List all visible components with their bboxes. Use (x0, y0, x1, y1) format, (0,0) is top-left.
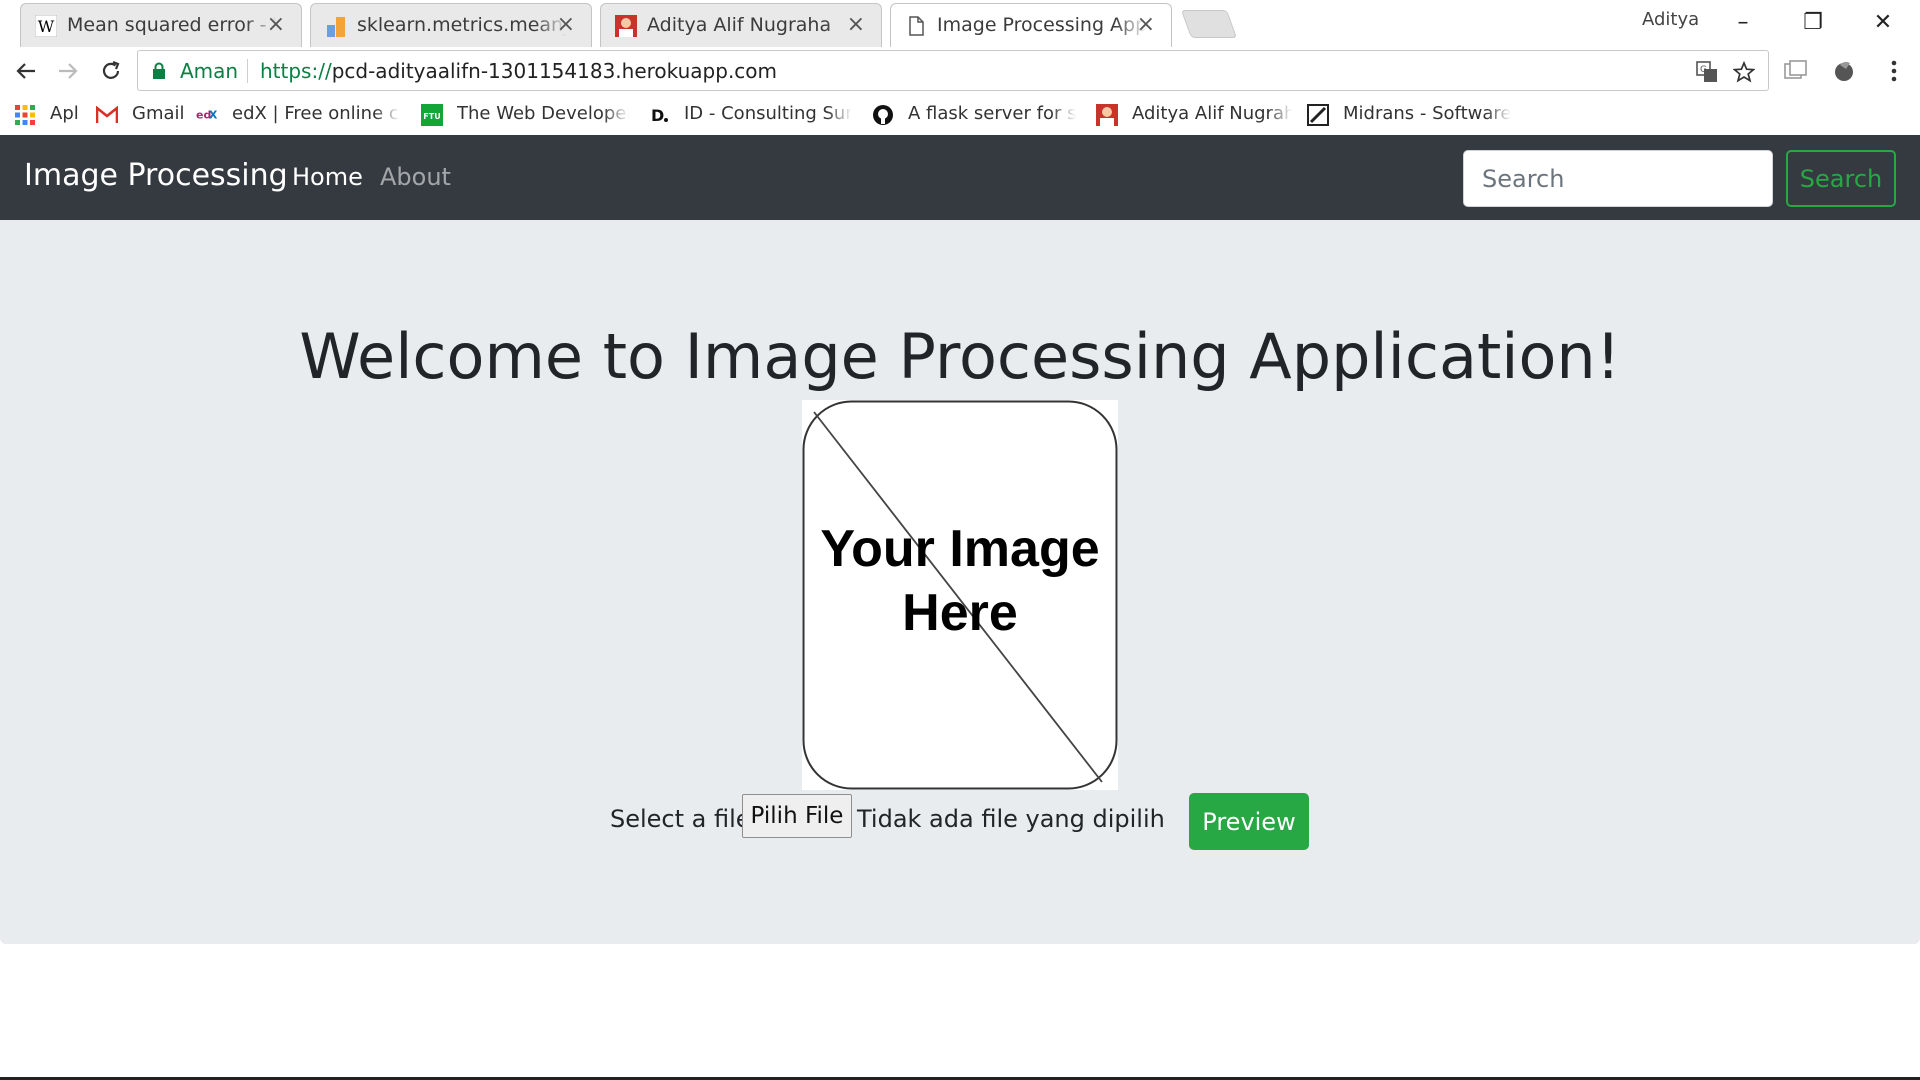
svg-text:X: X (209, 109, 218, 122)
url-host: pcd-adityaalifn-1301154183.herokuapp.com (331, 59, 778, 83)
tab-title: Aditya Alif Nugraha (647, 14, 832, 36)
bookmark-chart-icon (325, 15, 347, 37)
url-scheme: https:// (260, 59, 332, 83)
menu-dots-icon[interactable] (1880, 57, 1908, 85)
placeholder-text-line2: Here (902, 584, 1018, 642)
page-icon (905, 15, 927, 37)
bookmark-web-developer[interactable]: FTU The Web Developer Bootcamp (421, 102, 631, 128)
bookmark-gmail[interactable]: Gmail (96, 102, 186, 128)
file-status: Tidak ada file yang dipilih (857, 805, 1165, 833)
tab-aditya-profile[interactable]: Aditya Alif Nugraha × (600, 3, 882, 47)
d-icon: D (648, 104, 670, 126)
new-tab-button[interactable] (1180, 10, 1238, 38)
svg-text:W: W (38, 17, 55, 36)
tab-mean-squared-error[interactable]: W Mean squared error - Wikipedia × (20, 3, 302, 47)
search-input[interactable] (1463, 150, 1773, 207)
site-navbar: Image Processing Home About Search (0, 135, 1920, 220)
jumbotron: Welcome to Image Processing Application!… (0, 220, 1920, 944)
close-icon[interactable]: × (847, 12, 865, 37)
translate-icon[interactable]: G (1693, 58, 1721, 86)
bookmark-label: edX | Free online courses (232, 103, 400, 124)
divider (247, 59, 248, 83)
gmail-icon (96, 104, 118, 126)
lock-icon[interactable] (152, 62, 166, 84)
page-title: Welcome to Image Processing Application! (299, 320, 1621, 393)
svg-text:FTU: FTU (423, 112, 440, 121)
search-button[interactable]: Search (1786, 150, 1896, 207)
back-arrow-icon[interactable] (8, 53, 44, 89)
tab-title: Image Processing Application (937, 14, 1147, 36)
wikipedia-icon: W (35, 15, 57, 37)
tab-sklearn[interactable]: sklearn.metrics.mean_squared_error × (310, 3, 592, 47)
close-icon[interactable]: × (557, 12, 575, 37)
choose-file-button[interactable]: Pilih File (742, 794, 852, 838)
bookmark-label: Aditya Alif Nugraha (1132, 103, 1292, 124)
placeholder-text-line1: Your Image (820, 520, 1099, 578)
close-icon[interactable]: × (267, 12, 285, 37)
extension-icon[interactable] (1830, 57, 1858, 85)
ftu-icon: FTU (421, 104, 443, 126)
image-placeholder: Your Image Here (802, 400, 1118, 790)
svg-text:G: G (1700, 65, 1707, 75)
profile-photo-icon (615, 15, 637, 37)
upload-form: Select a file: Pilih File Tidak ada file… (0, 792, 1920, 862)
apps-grid-icon (14, 104, 36, 126)
tab-title: sklearn.metrics.mean_squared_error (357, 14, 567, 36)
secure-label[interactable]: Aman (180, 59, 238, 83)
bookmark-label: Apl (50, 103, 79, 124)
bookmark-aditya-profile[interactable]: Aditya Alif Nugraha (1096, 102, 1292, 128)
bookmark-midrans[interactable]: Midrans - Software Engineer (1307, 102, 1513, 128)
url-text[interactable]: https://pcd-adityaalifn-1301154183.herok… (260, 59, 777, 83)
star-icon[interactable] (1730, 58, 1758, 86)
address-bar[interactable]: Aman https://pcd-adityaalifn-1301154183.… (137, 50, 1769, 91)
bookmark-consulting[interactable]: D ID - Consulting Summary (648, 102, 854, 128)
bookmark-label: Midrans - Software Engineer (1343, 103, 1511, 124)
bookmark-flask-server[interactable]: A flask server for serving (872, 102, 1078, 128)
forward-arrow-icon[interactable] (50, 53, 86, 89)
edx-icon: ed X (196, 104, 218, 126)
extension-tabs-icon[interactable] (1782, 57, 1810, 85)
close-icon[interactable]: × (1137, 12, 1155, 37)
bookmark-label: ID - Consulting Summary (684, 103, 852, 124)
pen-icon (1307, 104, 1329, 126)
restore-icon[interactable]: ❐ (1790, 4, 1836, 40)
file-label: Select a file: (610, 805, 759, 833)
bookmark-apps[interactable]: Apl (14, 102, 84, 128)
browser-toolbar: Aman https://pcd-adityaalifn-1301154183.… (0, 47, 1920, 94)
preview-button[interactable]: Preview (1189, 793, 1309, 850)
github-icon (872, 104, 894, 126)
nav-link-home[interactable]: Home (292, 163, 363, 191)
bookmark-label: A flask server for serving (908, 103, 1076, 124)
bookmark-label: The Web Developer Bootcamp (457, 103, 629, 124)
nav-link-about[interactable]: About (380, 163, 451, 191)
profile-name[interactable]: Aditya (1642, 9, 1699, 30)
tab-image-processing[interactable]: Image Processing Application × (890, 3, 1172, 47)
tab-title: Mean squared error - Wikipedia (67, 14, 277, 36)
bookmarks-bar: Apl Gmail edX edX | Free online courses … (0, 94, 1920, 135)
browser-tab-strip: W Mean squared error - Wikipedia × sklea… (0, 0, 1920, 47)
bookmark-edx[interactable]: edX edX | Free online courses (196, 102, 402, 128)
minimize-icon[interactable]: – (1720, 4, 1766, 40)
brand-link[interactable]: Image Processing (24, 158, 288, 193)
svg-text:D: D (651, 106, 664, 125)
profile-photo-icon (1096, 104, 1118, 126)
reload-icon[interactable] (93, 53, 129, 89)
bookmark-label: Gmail (132, 103, 185, 124)
window-close-icon[interactable]: ✕ (1860, 4, 1906, 40)
